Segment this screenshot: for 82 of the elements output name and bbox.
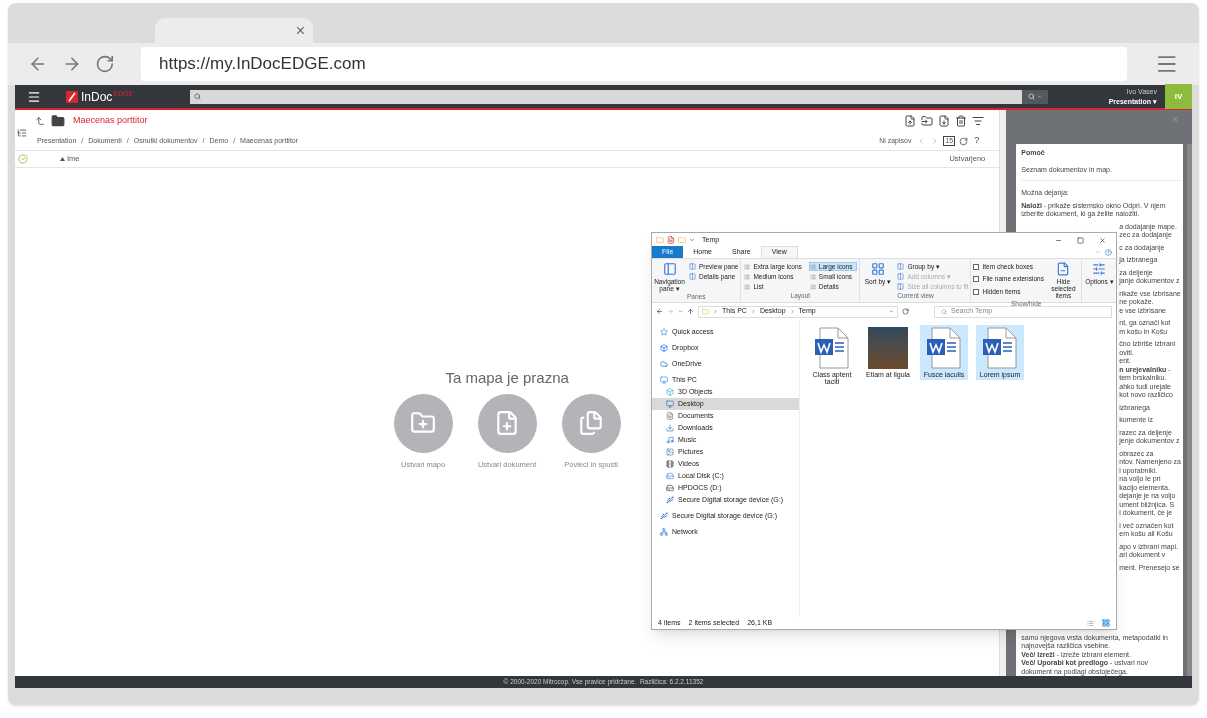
logo-text: InDoc	[81, 89, 113, 104]
empty-title: Ta mapa je prazna	[445, 368, 569, 388]
upload-icon[interactable]	[904, 115, 917, 127]
files-icon	[578, 410, 605, 436]
star-icon	[660, 328, 668, 336]
folder-icon	[51, 114, 65, 128]
document-icon	[926, 327, 962, 369]
grid-icon	[870, 262, 885, 276]
check-circle-icon[interactable]	[18, 154, 28, 164]
cloud-icon	[660, 360, 668, 368]
close-icon[interactable]	[1099, 236, 1106, 244]
maximize-icon[interactable]	[1077, 236, 1084, 244]
trash-icon[interactable]	[955, 115, 968, 127]
page-icon	[1056, 262, 1071, 276]
network-icon	[660, 528, 668, 536]
logo-mark-icon	[65, 89, 79, 104]
caret-icon	[1037, 94, 1042, 99]
search-icon	[1028, 93, 1035, 100]
options-icon	[1092, 262, 1107, 276]
download-icon	[666, 424, 674, 432]
document-icon	[666, 412, 674, 420]
cube-icon	[666, 388, 674, 396]
move-icon[interactable]	[921, 115, 934, 127]
view-icon	[744, 263, 751, 270]
list-menu-icon[interactable]	[972, 115, 985, 127]
chevron-icon	[789, 309, 795, 314]
tree-icon[interactable]	[17, 128, 27, 138]
checkbox[interactable]	[973, 263, 980, 270]
usb-icon	[660, 512, 668, 520]
refresh-icon[interactable]	[902, 308, 909, 315]
view-icon	[744, 283, 751, 290]
search-icon	[194, 93, 201, 100]
columns-icon	[897, 263, 905, 270]
folder-icon	[678, 236, 686, 244]
back-icon[interactable]	[656, 308, 663, 315]
view-icon	[809, 283, 816, 290]
url-field[interactable]: https://my.InDocEDGE.com	[141, 47, 1128, 81]
menu-icon[interactable]	[27, 89, 41, 104]
photo-placeholder	[868, 327, 908, 369]
tab-close-button[interactable]: ×	[295, 19, 305, 39]
disk-icon	[666, 472, 674, 480]
up-icon[interactable]	[687, 308, 694, 315]
document-icon	[982, 327, 1018, 369]
icons-view-icon[interactable]	[1102, 619, 1110, 627]
search-button[interactable]	[1022, 89, 1048, 104]
refresh-icon[interactable]	[959, 136, 969, 146]
view-icon	[744, 273, 751, 280]
folder-icon	[702, 308, 709, 315]
film-icon	[666, 460, 674, 468]
view-icon	[809, 263, 816, 270]
picture-icon	[666, 448, 674, 456]
columns-icon	[689, 263, 696, 270]
music-icon	[666, 436, 674, 444]
chevron-icon	[713, 309, 718, 314]
search-field[interactable]	[190, 89, 1022, 104]
columns-icon	[897, 273, 905, 281]
folder-plus-icon	[410, 410, 437, 436]
sort-arrow-icon	[60, 157, 65, 161]
up-arrow-icon[interactable]	[35, 116, 45, 126]
usb-icon	[666, 496, 674, 504]
box-icon	[660, 344, 668, 352]
help-button[interactable]: ?	[974, 134, 980, 148]
search-icon	[941, 308, 947, 315]
drive-icon	[666, 484, 674, 492]
help-icon[interactable]	[1105, 249, 1112, 256]
folder-title: Maecenas porttitor	[73, 114, 148, 128]
document-icon	[814, 327, 850, 369]
folder-icon	[656, 236, 664, 244]
checkbox[interactable]	[973, 288, 980, 295]
columns-icon	[689, 273, 696, 281]
caret-icon	[689, 237, 695, 243]
properties-icon	[667, 236, 675, 244]
browser-tab[interactable]: ×	[155, 18, 313, 44]
desktop-icon	[666, 400, 674, 408]
computer-icon	[660, 376, 668, 384]
chevron-icon	[750, 309, 756, 314]
download-icon[interactable]	[938, 115, 951, 127]
checkbox[interactable]	[973, 276, 980, 283]
view-icon	[809, 273, 816, 280]
reload-icon[interactable]	[95, 54, 115, 74]
pane-icon	[662, 262, 677, 276]
columns-icon	[897, 283, 905, 291]
